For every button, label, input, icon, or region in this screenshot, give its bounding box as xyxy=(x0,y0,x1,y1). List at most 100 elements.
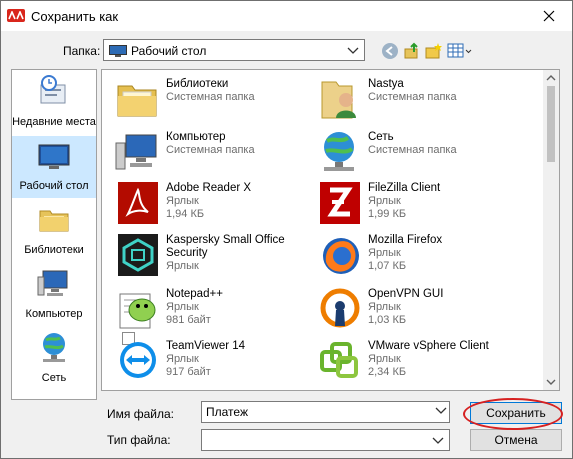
file-type: Ярлык xyxy=(368,195,401,207)
file-item[interactable]: Adobe Reader X Ярлык 1,94 КБ xyxy=(110,180,310,345)
save-button[interactable]: Сохранить xyxy=(470,402,562,424)
back-button[interactable] xyxy=(381,42,399,60)
up-folder-icon xyxy=(404,42,418,59)
file-item[interactable]: Mozilla Firefox Ярлык 1,07 КБ xyxy=(312,232,512,280)
notepadpp-icon xyxy=(119,293,156,329)
file-name: FileZilla Client xyxy=(368,182,441,194)
libraries-folder-icon xyxy=(117,85,157,117)
file-list-scrollbar[interactable] xyxy=(543,70,559,390)
user-folder-icon xyxy=(321,81,356,119)
desktop-icon xyxy=(38,144,70,169)
place-network[interactable]: Сеть xyxy=(12,328,96,390)
file-item[interactable]: FileZilla Client Ярлык 1,99 КБ xyxy=(312,180,512,228)
file-item[interactable]: Компьютер Системная папка xyxy=(110,129,310,177)
place-label: Компьютер xyxy=(25,308,83,320)
place-label: Рабочий стол xyxy=(19,180,89,192)
scrollbar-thumb[interactable] xyxy=(547,86,555,162)
filetype-dropdown[interactable] xyxy=(201,429,450,451)
close-button[interactable] xyxy=(526,1,572,31)
file-size: 2,34 КБ xyxy=(368,366,407,378)
place-label: Недавние места xyxy=(12,116,96,128)
window-title: Сохранить как xyxy=(31,9,119,24)
filename-label: Имя файла: xyxy=(107,407,174,421)
file-type: Ярлык xyxy=(166,195,199,207)
up-folder-button[interactable] xyxy=(403,42,421,60)
close-icon xyxy=(543,10,555,22)
view-menu-button[interactable] xyxy=(447,42,473,60)
teamviewer-icon xyxy=(120,342,156,378)
folder-value: Рабочий стол xyxy=(131,44,207,58)
file-type: Ярлык xyxy=(166,260,199,272)
vmware-icon xyxy=(320,342,358,378)
file-item[interactable]: Nastya Системная папка xyxy=(312,76,512,124)
desktop-icon xyxy=(109,45,127,57)
file-name: VMware vSphere Client xyxy=(368,340,489,352)
file-type: Системная папка xyxy=(368,91,457,103)
file-item[interactable]: TeamViewer 14 Ярлык 917 байт xyxy=(110,338,310,386)
place-libraries[interactable]: Библиотеки xyxy=(12,200,96,262)
file-item[interactable]: Notepad++ Ярлык 981 байт xyxy=(110,286,310,334)
file-size: 981 байт xyxy=(166,314,211,326)
file-name: OpenVPN GUI xyxy=(368,288,444,300)
file-size: 1,03 КБ xyxy=(368,314,407,326)
filezilla-icon xyxy=(320,182,360,224)
file-type: Системная папка xyxy=(166,144,255,156)
kaspersky-icon xyxy=(118,234,158,276)
libraries-icon xyxy=(39,210,69,232)
app-icon xyxy=(7,9,25,22)
file-name: Adobe Reader X xyxy=(166,182,252,194)
file-item[interactable]: Сеть Системная папка xyxy=(312,129,512,177)
firefox-icon xyxy=(323,238,359,274)
back-arrow-icon xyxy=(382,43,398,59)
file-item[interactable]: Библиотеки Системная папка xyxy=(110,76,310,124)
file-name: Kaspersky Small Office Security xyxy=(166,234,285,259)
folder-dropdown[interactable]: Рабочий стол xyxy=(103,39,365,61)
title-bar: Сохранить как xyxy=(1,1,572,31)
chevron-down-icon[interactable] xyxy=(434,403,448,417)
file-size: 1,94 КБ xyxy=(166,208,205,220)
chevron-down-icon xyxy=(347,47,359,54)
file-item[interactable]: VMware vSphere Client Ярлык 2,34 КБ xyxy=(312,338,512,386)
place-recent[interactable]: Недавние места xyxy=(12,72,96,134)
filename-input[interactable] xyxy=(201,401,450,423)
computer-icon xyxy=(37,270,68,296)
place-computer[interactable]: Компьютер xyxy=(12,264,96,326)
scroll-down-icon[interactable] xyxy=(546,378,556,386)
file-name: Компьютер xyxy=(166,131,226,143)
place-label: Сеть xyxy=(41,372,67,384)
cancel-button[interactable]: Отмена xyxy=(470,429,562,451)
file-name: Библиотеки xyxy=(166,78,229,90)
file-name: Сеть xyxy=(368,131,394,143)
chevron-down-icon xyxy=(432,437,444,444)
filetype-label: Тип файла: xyxy=(107,433,171,447)
file-name: Notepad++ xyxy=(166,288,223,300)
file-size: 1,99 КБ xyxy=(368,208,407,220)
scroll-up-icon[interactable] xyxy=(546,74,556,82)
network-icon xyxy=(43,333,65,362)
file-type: Системная папка xyxy=(166,91,255,103)
file-name: Mozilla Firefox xyxy=(368,234,443,246)
new-folder-button[interactable] xyxy=(425,42,443,60)
file-size: 1,07 КБ xyxy=(368,260,407,272)
file-type: Системная папка xyxy=(368,144,457,156)
network-icon xyxy=(324,132,354,171)
openvpn-icon xyxy=(320,288,360,328)
file-type: Ярлык xyxy=(166,353,199,365)
file-item[interactable]: Kaspersky Small Office Security Ярлык xyxy=(110,232,310,280)
file-type: Ярлык xyxy=(368,247,401,259)
new-folder-icon xyxy=(425,43,442,59)
file-type: Ярлык xyxy=(368,301,401,313)
file-item[interactable]: OpenVPN GUI Ярлык 1,03 КБ xyxy=(312,286,512,334)
file-type: Ярлык xyxy=(368,353,401,365)
save-as-dialog: Сохранить как Папка: Рабочий стол Недавн… xyxy=(0,0,573,459)
file-list: Библиотеки Системная папка Nastya Системна… xyxy=(101,69,560,391)
folder-label: Папка: xyxy=(63,44,101,58)
places-bar: Недавние места Рабочий стол Библиотеки К… xyxy=(11,69,97,400)
adobe-reader-icon xyxy=(118,182,158,224)
file-name: TeamViewer 14 xyxy=(166,340,246,352)
recent-places-icon xyxy=(40,75,66,104)
view-menu-icon xyxy=(447,43,472,58)
file-type: Ярлык xyxy=(166,301,199,313)
file-name: Nastya xyxy=(368,78,404,90)
place-desktop[interactable]: Рабочий стол xyxy=(12,136,96,198)
